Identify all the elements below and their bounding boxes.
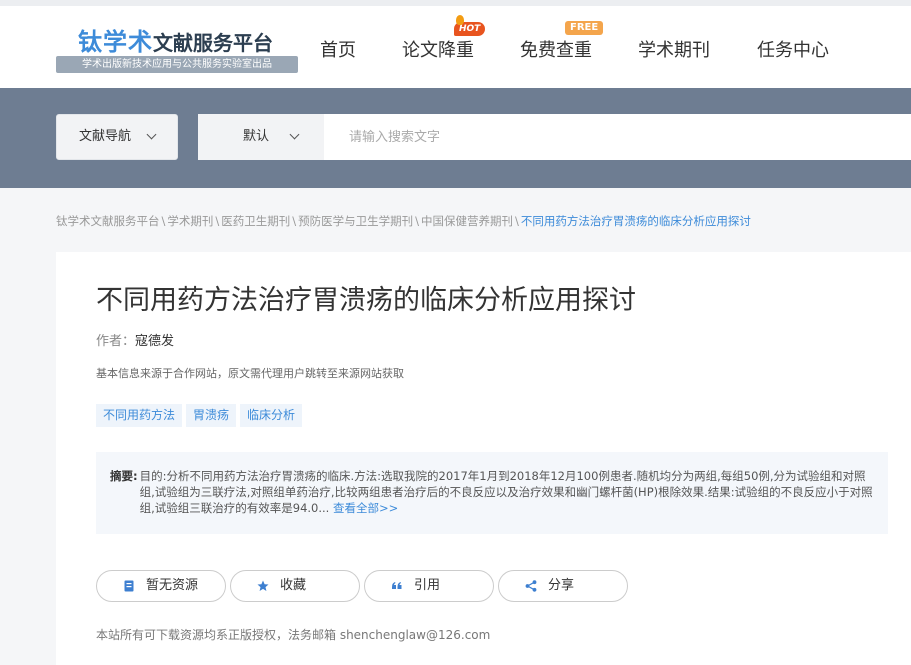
author-line: 作者：寇德发 xyxy=(96,330,174,349)
article-card: 不同用药方法治疗胃溃疡的临床分析应用探讨 作者：寇德发 基本信息来源于合作网站，… xyxy=(56,252,911,665)
nav-item-label: 任务中心 xyxy=(757,40,829,61)
logo-title: 钛学术文献服务平台 xyxy=(78,22,273,57)
article-title: 不同用药方法治疗胃溃疡的临床分析应用探讨 xyxy=(96,285,636,316)
logo[interactable]: 钛学术文献服务平台 学术出版新技术应用与公共服务实验室出品 xyxy=(56,20,298,74)
chevron-down-icon xyxy=(289,129,300,140)
source-note: 基本信息来源于合作网站，原文需代理用户跳转至来源网站获取 xyxy=(96,367,404,380)
breadcrumb-item[interactable]: 中国保健营养期刊 xyxy=(421,214,513,228)
abstract-text: 目的:分析不同用药方法治疗胃溃疡的临床.方法:选取我院的2017年1月到2018… xyxy=(139,469,873,515)
keyword-tag[interactable]: 临床分析 xyxy=(240,404,303,427)
breadcrumb-separator: \ xyxy=(415,214,419,228)
breadcrumb-separator: \ xyxy=(515,214,519,228)
hot-badge: HOT xyxy=(454,15,486,36)
search-type-label: 默认 xyxy=(243,129,270,144)
breadcrumb-item[interactable]: 预防医学与卫生学期刊 xyxy=(298,214,413,228)
free-badge: FREE xyxy=(565,21,604,35)
search-type-dropdown[interactable]: 默认 xyxy=(198,114,324,160)
share-icon xyxy=(525,580,537,592)
keyword-list: 不同用药方法 胃溃疡 临床分析 xyxy=(96,404,306,427)
nav-item-rewrite[interactable]: HOT 论文降重 xyxy=(402,15,486,62)
author-name[interactable]: 寇德发 xyxy=(135,334,174,349)
breadcrumb-item[interactable]: 钛学术文献服务平台 xyxy=(56,214,160,228)
share-label: 分享 xyxy=(548,578,575,593)
breadcrumb-item[interactable]: 医药卫生期刊 xyxy=(221,214,290,228)
view-all-link[interactable]: 查看全部>> xyxy=(333,501,398,515)
logo-brand: 钛学术 xyxy=(78,28,153,56)
nav-item-label: 学术期刊 xyxy=(638,40,710,61)
no-resource-button[interactable]: 暂无资源 xyxy=(96,570,226,602)
keyword-tag[interactable]: 胃溃疡 xyxy=(186,404,237,427)
abstract-label: 摘要: xyxy=(110,469,138,483)
abstract-text-wrap: 目的:分析不同用药方法治疗胃溃疡的临床.方法:选取我院的2017年1月到2018… xyxy=(140,468,878,516)
favorite-button[interactable]: 收藏 xyxy=(230,570,360,602)
quote-icon xyxy=(392,582,402,589)
nav-item-home[interactable]: 首页 xyxy=(320,36,356,62)
nav-item-label: 首页 xyxy=(320,40,356,61)
cite-button[interactable]: 引用 xyxy=(364,570,494,602)
share-button[interactable]: 分享 xyxy=(498,570,628,602)
breadcrumb-separator: \ xyxy=(292,214,297,228)
breadcrumb-separator: \ xyxy=(215,214,220,228)
nav-item-task-center[interactable]: 任务中心 xyxy=(757,36,829,62)
literature-nav-dropdown[interactable]: 文献导航 xyxy=(56,114,178,160)
star-icon xyxy=(257,580,269,591)
logo-name: 文献服务平台 xyxy=(153,31,273,55)
favorite-label: 收藏 xyxy=(280,578,307,593)
logo-subtitle: 学术出版新技术应用与公共服务实验室出品 xyxy=(56,56,298,73)
nav-item-label: 论文降重 xyxy=(402,40,474,61)
keyword-tag[interactable]: 不同用药方法 xyxy=(96,404,183,427)
search-box: 默认 xyxy=(198,114,911,160)
author-label: 作者： xyxy=(96,334,136,349)
nav-item-journals[interactable]: 学术期刊 xyxy=(638,36,710,62)
copyright-note: 本站所有可下载资源均系正版授权，法务邮箱 shenchenglaw@126.co… xyxy=(96,628,491,642)
nav-item-free-check[interactable]: FREE 免费查重 xyxy=(520,21,604,62)
document-icon xyxy=(124,580,134,592)
abstract-box: 摘要: 目的:分析不同用药方法治疗胃溃疡的临床.方法:选取我院的2017年1月到… xyxy=(96,452,888,534)
breadcrumb: 钛学术文献服务平台 \ 学术期刊 \ 医药卫生期刊 \ 预防医学与卫生学期刊 \ 中国保健营养期… xyxy=(56,213,751,229)
chevron-down-icon xyxy=(146,129,157,140)
literature-nav-label: 文献导航 xyxy=(79,129,132,144)
nav-item-label: 免费查重 xyxy=(520,40,592,61)
cite-label: 引用 xyxy=(414,578,441,593)
breadcrumb-item[interactable]: 学术期刊 xyxy=(167,214,213,228)
search-band: 文献导航 默认 xyxy=(0,88,911,188)
no-resource-label: 暂无资源 xyxy=(146,578,199,593)
breadcrumb-separator: \ xyxy=(161,214,166,228)
search-input[interactable] xyxy=(324,114,911,160)
breadcrumb-current: 不同用药方法治疗胃溃疡的临床分析应用探讨 xyxy=(520,214,751,228)
